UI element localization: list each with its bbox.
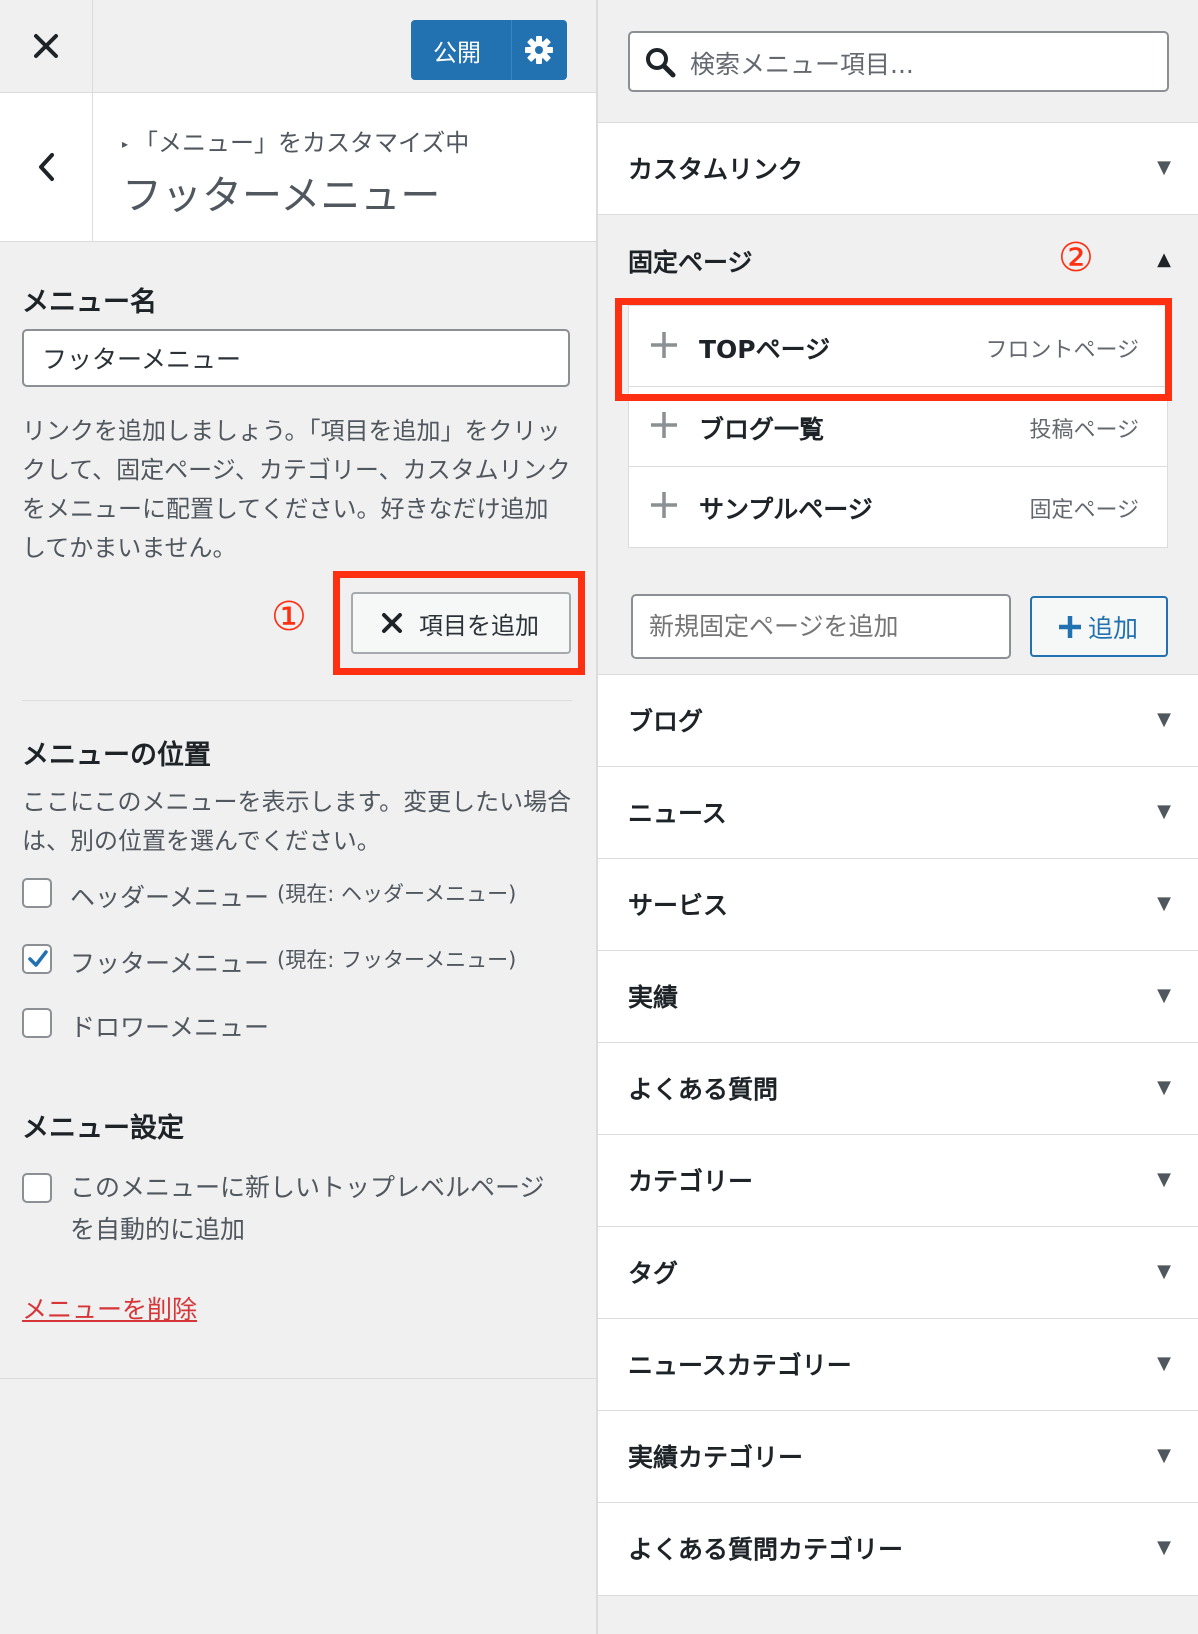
auto-add-label: このメニューに新しいトップレベルページを自動的に追加 <box>70 1173 545 1244</box>
back-button[interactable] <box>0 93 93 241</box>
section-title[interactable]: 固定ページ <box>628 243 753 279</box>
menu-name-heading: メニュー名 <box>22 287 157 318</box>
triangle-down-icon: ▼ <box>1157 709 1171 730</box>
section-title: ブログ <box>628 707 704 736</box>
triangle-down-icon: ▼ <box>1157 1537 1171 1558</box>
location-drawer-checkbox[interactable] <box>22 1008 52 1038</box>
section-faq[interactable]: よくある質問 ▼ <box>598 1042 1198 1135</box>
gear-icon[interactable] <box>523 34 555 66</box>
section-category[interactable]: カテゴリー ▼ <box>598 1134 1198 1227</box>
section-title: よくある質問 <box>628 1075 779 1104</box>
publish-label: 公開 <box>433 38 481 67</box>
section-service[interactable]: サービス ▼ <box>598 858 1198 951</box>
menu-name-input[interactable] <box>22 329 570 387</box>
divider <box>0 1378 596 1379</box>
annotation-label-1: ① <box>271 594 307 640</box>
auto-add-row[interactable]: このメニューに新しいトップレベルページを自動的に追加 <box>22 1167 560 1251</box>
triangle-down-icon: ▼ <box>1157 1077 1171 1098</box>
page-title: フッターメニュー <box>122 173 441 219</box>
plus-icon <box>651 412 677 438</box>
search-placeholder: 検索メニュー項目... <box>690 50 914 79</box>
publish-separator <box>511 20 512 80</box>
page-type: 投稿ページ <box>1029 418 1139 443</box>
triangle-down-icon: ▼ <box>1157 157 1171 178</box>
section-title: よくある質問カテゴリー <box>628 1535 904 1564</box>
add-label: 追加 <box>1088 613 1139 643</box>
section-title: ニュースカテゴリー <box>628 1351 852 1380</box>
breadcrumb: ▸ 「メニュー」をカスタマイズ中 <box>122 123 469 158</box>
section-blog[interactable]: ブログ ▼ <box>598 674 1198 767</box>
location-footer-row[interactable]: フッターメニュー (現在: フッターメニュー) <box>22 944 516 980</box>
location-header-row[interactable]: ヘッダーメニュー (現在: ヘッダーメニュー) <box>22 878 516 914</box>
add-item-button[interactable]: 項目を追加 <box>351 592 571 654</box>
location-footer-current: (現在: フッターメニュー) <box>277 948 517 972</box>
search-icon <box>646 48 676 78</box>
annotation-box-2 <box>615 298 1172 401</box>
section-news[interactable]: ニュース ▼ <box>598 766 1198 859</box>
list-item[interactable]: サンプルページ 固定ページ <box>629 466 1167 546</box>
section-works[interactable]: 実績 ▼ <box>598 950 1198 1043</box>
page-name: サンプルページ <box>699 495 873 524</box>
page-name: ブログ一覧 <box>699 415 825 444</box>
close-customizer-button[interactable] <box>0 0 93 92</box>
triangle-down-icon: ▼ <box>1157 1445 1171 1466</box>
location-footer-checkbox[interactable] <box>22 944 52 974</box>
help-text: リンクを追加しましょう。「項目を追加」をクリックして、固定ページ、カテゴリー、カ… <box>22 417 571 562</box>
section-title: タグ <box>628 1259 679 1288</box>
add-page-button[interactable]: 追加 <box>1030 596 1168 657</box>
triangle-down-icon: ▼ <box>1157 801 1171 822</box>
section-title: 実績 <box>628 983 679 1012</box>
annotation-label-2: ② <box>1058 235 1094 281</box>
location-help-text: ここにこのメニューを表示します。変更したい場合は、別の位置を選んでください。 <box>22 788 572 855</box>
location-header-checkbox[interactable] <box>22 878 52 908</box>
triangle-down-icon: ▼ <box>1157 893 1171 914</box>
back-chevron-icon <box>39 153 54 181</box>
section-title: 実績カテゴリー <box>628 1443 804 1472</box>
close-icon <box>34 34 58 58</box>
x-icon <box>382 613 402 633</box>
location-header-current: (現在: ヘッダーメニュー) <box>277 882 517 906</box>
section-title: ニュース <box>628 799 727 828</box>
section-fixed-pages: 固定ページ ② ▲ TOPページ フロントページ ブログ一覧 投稿ページ サンプ… <box>598 214 1198 675</box>
menu-location-heading: メニューの位置 <box>22 740 211 771</box>
divider <box>22 700 572 701</box>
section-title: カテゴリー <box>628 1167 754 1196</box>
section-news-category[interactable]: ニュースカテゴリー ▼ <box>598 1318 1198 1411</box>
customizer-sidebar: 公開 ▸ 「メニュー」をカスタマイズ中 フッターメニュー メニュー名 フッターメ… <box>0 0 597 1634</box>
triangle-up-icon[interactable]: ▲ <box>1157 249 1171 270</box>
location-header-label: ヘッダーメニュー <box>70 883 270 912</box>
section-tag[interactable]: タグ ▼ <box>598 1226 1198 1319</box>
menu-settings-heading: メニュー設定 <box>22 1113 184 1144</box>
section-title: カスタムリンク <box>628 155 804 184</box>
section-title: サービス <box>628 891 729 920</box>
page-type: 固定ページ <box>1029 498 1139 523</box>
available-items-panel: 検索メニュー項目... カスタムリンク ▼ 固定ページ ② ▲ TOPページ フ… <box>597 0 1198 1634</box>
checkmark-icon <box>28 950 48 967</box>
breadcrumb-triangle-icon: ▸ <box>122 137 129 151</box>
panel-header: ▸ 「メニュー」をカスタマイズ中 フッターメニュー <box>0 93 596 242</box>
section-custom-link[interactable]: カスタムリンク ▼ <box>598 122 1198 215</box>
customizer-topbar: 公開 <box>0 0 596 93</box>
triangle-down-icon: ▼ <box>1157 1261 1171 1282</box>
triangle-down-icon: ▼ <box>1157 1169 1171 1190</box>
search-menu-items-input[interactable]: 検索メニュー項目... <box>628 31 1169 92</box>
plus-icon <box>1059 615 1081 638</box>
triangle-down-icon: ▼ <box>1157 1353 1171 1374</box>
section-works-category[interactable]: 実績カテゴリー ▼ <box>598 1410 1198 1503</box>
triangle-down-icon: ▼ <box>1157 985 1171 1006</box>
add-item-label: 項目を追加 <box>419 611 539 640</box>
delete-menu-link[interactable]: メニューを削除 <box>22 1290 197 1326</box>
location-drawer-row[interactable]: ドロワーメニュー <box>22 1008 269 1044</box>
plus-icon <box>651 492 677 518</box>
location-footer-label: フッターメニュー <box>70 949 270 978</box>
new-page-input[interactable] <box>631 594 1011 659</box>
location-drawer-label: ドロワーメニュー <box>70 1013 270 1042</box>
section-faq-category[interactable]: よくある質問カテゴリー ▼ <box>598 1502 1198 1596</box>
auto-add-checkbox[interactable] <box>22 1173 52 1203</box>
publish-button[interactable]: 公開 <box>411 20 567 80</box>
breadcrumb-text: 「メニュー」をカスタマイズ中 <box>134 129 470 157</box>
